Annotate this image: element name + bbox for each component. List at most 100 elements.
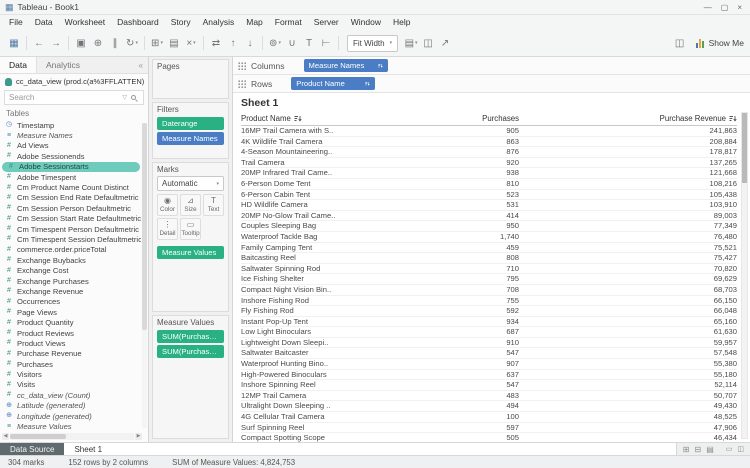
field-latitude-generated[interactable]: ⊕ Latitude (generated) bbox=[0, 401, 141, 411]
presentation-mode-icon[interactable]: ◫ bbox=[420, 34, 436, 52]
new-worksheet-icon[interactable]: ⊞ ▾ bbox=[149, 34, 165, 52]
field-measure-names[interactable]: ≡ Measure Names bbox=[0, 130, 141, 140]
tableau-logo-icon[interactable]: ▦ bbox=[6, 34, 22, 52]
field-adobe-timespent[interactable]: # Adobe Timespent bbox=[0, 172, 141, 182]
menu-dashboard[interactable]: Dashboard bbox=[111, 15, 165, 30]
table-row[interactable]: Trail Camera 920 137,265 bbox=[241, 158, 737, 169]
table-row[interactable]: Baitcasting Reel 808 75,427 bbox=[241, 253, 737, 264]
share-workbook-icon[interactable]: ↗ bbox=[437, 34, 453, 52]
menu-map[interactable]: Map bbox=[240, 15, 269, 30]
pill-measure-values[interactable]: Measure Values bbox=[157, 246, 224, 259]
highlight-icon[interactable]: ⊚ ▾ bbox=[267, 34, 283, 52]
field-cm-session-start-rate-defaultmetric[interactable]: # Cm Session Start Rate Defaultmetric bbox=[0, 214, 141, 224]
marks-card[interactable]: Marks Automatic ▾ ◉ Color ⊿ Size T Text ⋮ Detai… bbox=[152, 162, 229, 312]
field-adobe-sessionstarts[interactable]: # Adobe Sessionstarts bbox=[2, 161, 140, 172]
table-row[interactable]: Fly Fishing Rod 592 66,048 bbox=[241, 306, 737, 317]
filter-fields-icon[interactable]: ▽ bbox=[122, 94, 127, 101]
field-exchange-purchases[interactable]: # Exchange Purchases bbox=[0, 276, 141, 286]
column-header-purchases[interactable]: Purchases bbox=[459, 112, 519, 125]
field-commerce-order-pricetotal[interactable]: # commerce.order.priceTotal bbox=[0, 245, 141, 255]
field-longitude-generated[interactable]: ⊕ Longitude (generated) bbox=[0, 411, 141, 421]
menu-server[interactable]: Server bbox=[308, 15, 345, 30]
mark-button-size[interactable]: ⊿ Size bbox=[180, 194, 201, 216]
fix-axes-icon[interactable]: ⊢ bbox=[318, 34, 334, 52]
menu-worksheet[interactable]: Worksheet bbox=[59, 15, 111, 30]
table-row[interactable]: Waterproof Tackle Bag 1,740 76,480 bbox=[241, 232, 737, 243]
show-mark-labels-icon[interactable]: T bbox=[301, 34, 317, 52]
table-row[interactable]: Inshore Spinning Reel 547 52,114 bbox=[241, 380, 737, 391]
table-row[interactable]: Surf Spinning Reel 597 47,906 bbox=[241, 423, 737, 434]
field-cm-product-name-count-distinct[interactable]: # Cm Product Name Count Distinct bbox=[0, 182, 141, 192]
table-row[interactable]: HD Wildlife Camera 531 103,910 bbox=[241, 200, 737, 211]
field-visits[interactable]: # Visits bbox=[0, 380, 141, 390]
table-row[interactable]: Waterproof Hunting Bino.. 907 55,380 bbox=[241, 359, 737, 370]
table-row[interactable]: 6-Person Dome Tent 810 108,216 bbox=[241, 179, 737, 190]
field-exchange-revenue[interactable]: # Exchange Revenue bbox=[0, 286, 141, 296]
pill-daterange[interactable]: Daterange bbox=[157, 117, 224, 130]
duplicate-sheet-icon[interactable]: ▤ bbox=[166, 34, 182, 52]
field-measure-values[interactable]: ≡ Measure Values bbox=[0, 421, 141, 431]
minimize-icon[interactable]: — bbox=[704, 3, 712, 12]
pages-card[interactable]: Pages bbox=[152, 59, 229, 99]
mark-button-detail[interactable]: ⋮ Detail bbox=[157, 218, 178, 240]
field-adobe-sessionends[interactable]: # Adobe Sessionends bbox=[0, 151, 141, 161]
tab-analytics[interactable]: Analytics bbox=[37, 57, 89, 73]
mark-button-text[interactable]: T Text bbox=[203, 194, 224, 216]
close-icon[interactable]: × bbox=[737, 3, 742, 12]
field-timestamp[interactable]: ◷ Timestamp bbox=[0, 120, 141, 130]
pane-controls-icon[interactable]: ◫ bbox=[672, 34, 688, 52]
pill-measure-names[interactable]: Measure Names bbox=[303, 59, 388, 72]
sort-descending-icon[interactable]: ↓ bbox=[242, 34, 258, 52]
group-members-icon[interactable]: ∪ bbox=[284, 34, 300, 52]
undo-icon[interactable]: ← bbox=[31, 34, 47, 52]
table-row[interactable]: Family Camping Tent 459 75,521 bbox=[241, 243, 737, 254]
sort-ascending-icon[interactable]: ↑ bbox=[225, 34, 241, 52]
field-cm-session-person-defaultmetric[interactable]: # Cm Session Person Defaultmetric bbox=[0, 203, 141, 213]
pause-updates-icon[interactable]: ∥ bbox=[107, 34, 123, 52]
scroll-left-icon[interactable]: ◀ bbox=[2, 432, 9, 440]
show-hide-cards-icon[interactable]: ▤ ▾ bbox=[403, 34, 419, 52]
columns-shelf[interactable]: Columns Measure Names bbox=[233, 57, 750, 75]
table-row[interactable]: Low Light Binoculars 687 61,630 bbox=[241, 327, 737, 338]
pill-measure-names[interactable]: Measure Names bbox=[157, 132, 224, 145]
field-product-quantity[interactable]: # Product Quantity bbox=[0, 317, 141, 327]
field-visitors[interactable]: # Visitors bbox=[0, 369, 141, 379]
new-story-tab-icon[interactable]: ▤ bbox=[706, 445, 714, 454]
table-row[interactable]: Compact Night Vision Bin.. 708 68,703 bbox=[241, 285, 737, 296]
collapse-pane-icon[interactable]: « bbox=[134, 57, 148, 73]
field-page-views[interactable]: # Page Views bbox=[0, 307, 141, 317]
show-sheet-sorter-icon[interactable]: ◫ bbox=[737, 445, 744, 453]
menu-format[interactable]: Format bbox=[269, 15, 308, 30]
rows-shelf[interactable]: Rows Product Name bbox=[233, 75, 750, 93]
field-purchases[interactable]: # Purchases bbox=[0, 359, 141, 369]
field-ad-views[interactable]: # Ad Views bbox=[0, 141, 141, 151]
table-row[interactable]: High-Powered Binoculars 637 55,180 bbox=[241, 370, 737, 381]
table-row[interactable]: 6-Person Cabin Tent 523 105,438 bbox=[241, 190, 737, 201]
menu-analysis[interactable]: Analysis bbox=[197, 15, 241, 30]
fit-selector[interactable]: Fit Width ▾ bbox=[347, 34, 399, 52]
field-cm-timespent-person-defaultmetric[interactable]: # Cm Timespent Person Defaultmetric bbox=[0, 224, 141, 234]
table-row[interactable]: 16MP Trail Camera with S.. 905 241,863 bbox=[241, 126, 737, 137]
measure-values-card[interactable]: Measure Values SUM(Purchases) SUM(Purchas… bbox=[152, 315, 229, 439]
pill-product-name[interactable]: Product Name bbox=[291, 77, 376, 90]
scroll-right-icon[interactable]: ▶ bbox=[135, 432, 142, 440]
column-header-purchase-revenue[interactable]: Purchase Revenue bbox=[519, 112, 737, 125]
run-update-icon[interactable]: ↻ ▾ bbox=[124, 34, 140, 52]
field-exchange-buybacks[interactable]: # Exchange Buybacks bbox=[0, 255, 141, 265]
table-row[interactable]: Ultralight Down Sleeping .. 494 49,430 bbox=[241, 401, 737, 412]
redo-icon[interactable]: → bbox=[48, 34, 64, 52]
show-me-button[interactable]: Show Me bbox=[695, 38, 744, 48]
scrollbar-thumb[interactable] bbox=[742, 113, 747, 183]
menu-file[interactable]: File bbox=[3, 15, 29, 30]
table-row[interactable]: 12MP Trail Camera 483 50,707 bbox=[241, 391, 737, 402]
table-row[interactable]: Saltwater Baitcaster 547 57,548 bbox=[241, 348, 737, 359]
mark-button-tooltip[interactable]: ▭ Tooltip bbox=[180, 218, 201, 240]
field-occurrences[interactable]: # Occurrences bbox=[0, 297, 141, 307]
mark-button-color[interactable]: ◉ Color bbox=[157, 194, 178, 216]
show-filmstrip-icon[interactable]: ▭ bbox=[726, 445, 733, 453]
table-row[interactable]: Instant Pop-Up Tent 934 65,160 bbox=[241, 317, 737, 328]
field-cm-timespent-session-defaultmetric[interactable]: # Cm Timespent Session Defaultmetric bbox=[0, 234, 141, 244]
column-header-product-name[interactable]: Product Name bbox=[241, 112, 459, 125]
swap-rows-columns-icon[interactable]: ⇄ bbox=[208, 34, 224, 52]
menu-data[interactable]: Data bbox=[29, 15, 59, 30]
